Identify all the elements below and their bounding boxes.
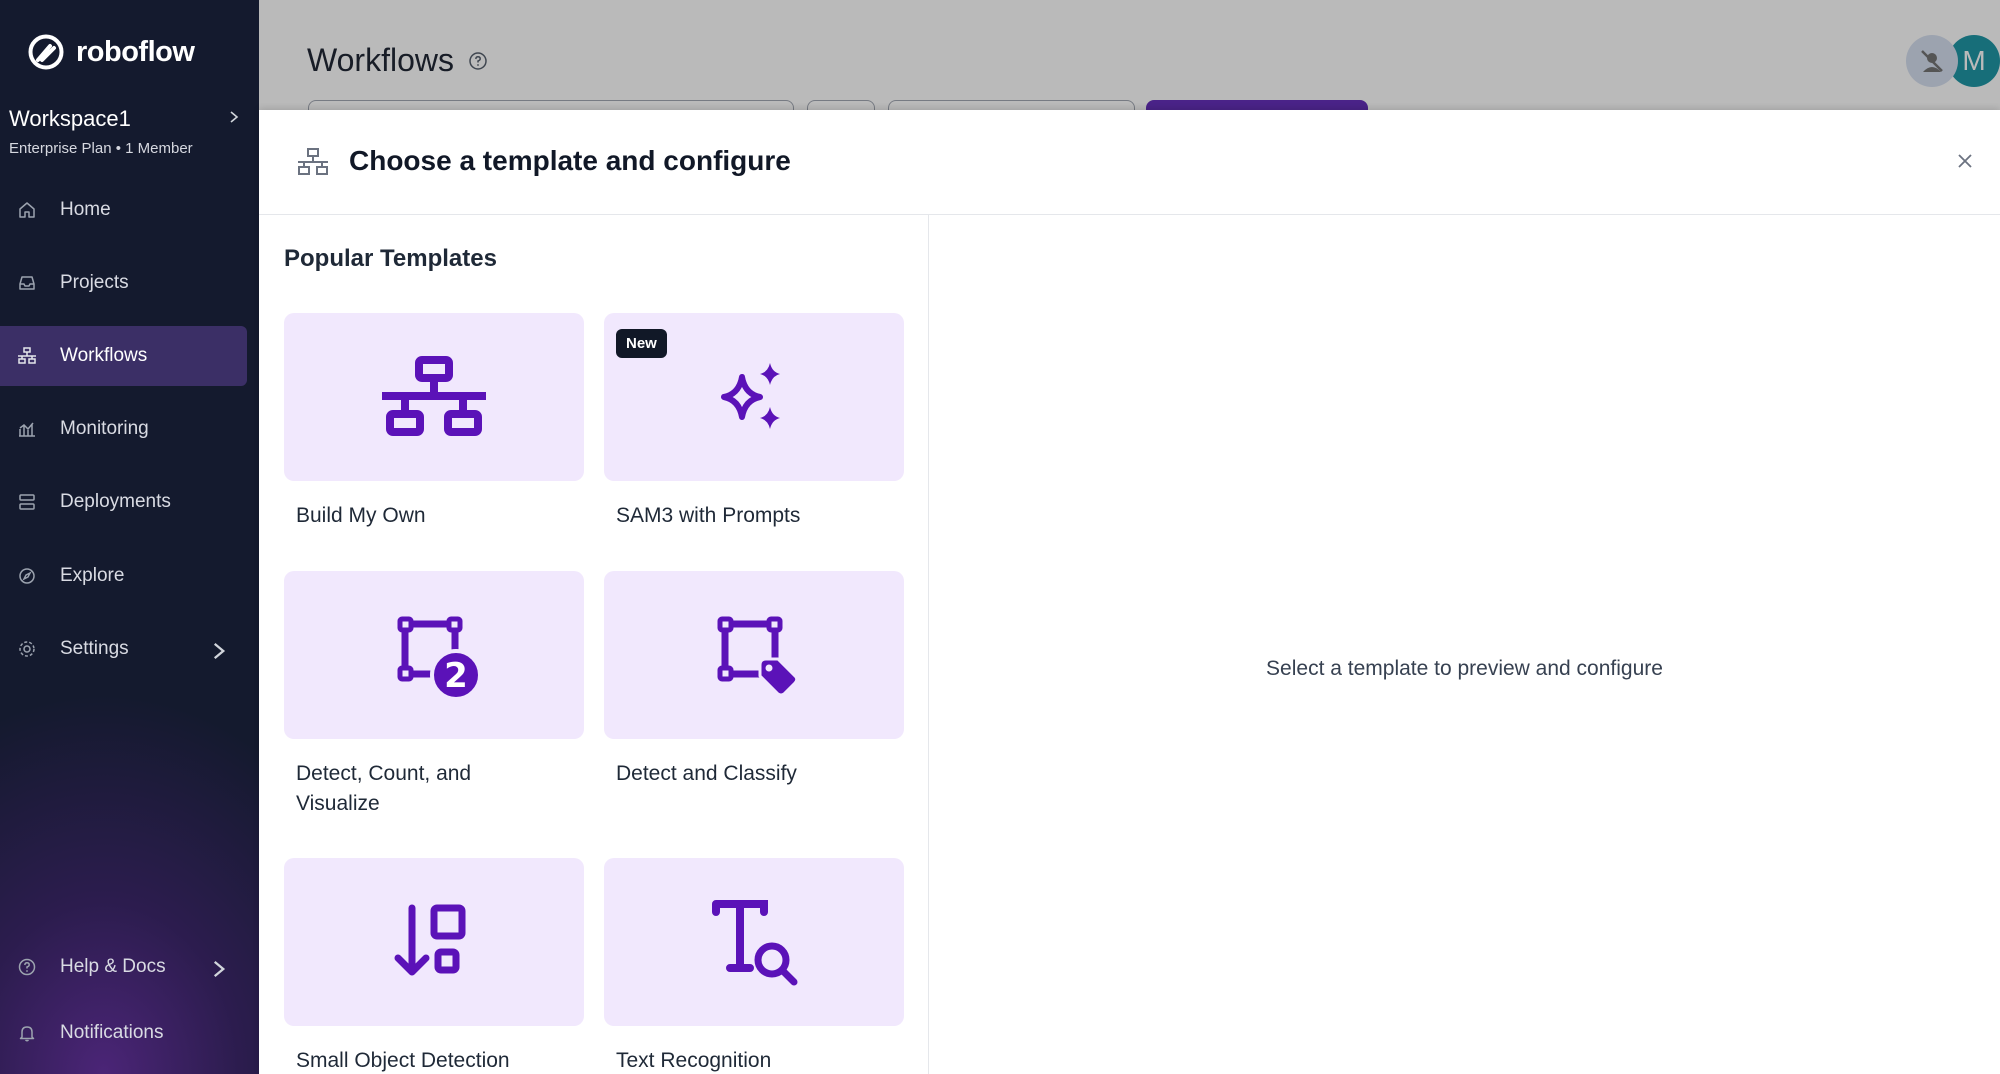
- gear-icon: [19, 641, 35, 657]
- sidebar-item-label: Explore: [60, 565, 125, 586]
- workflow-icon: [382, 356, 486, 436]
- sidebar-item-label: Projects: [60, 272, 129, 293]
- template-tile[interactable]: New: [604, 313, 904, 481]
- template-card-detect-count-visualize[interactable]: 2 Detect, Count, and Visualize: [284, 571, 584, 819]
- modal-title: Choose a template and configure: [349, 145, 791, 176]
- avatar-muted[interactable]: [1906, 35, 1958, 87]
- sidebar-item-projects[interactable]: Projects: [0, 253, 247, 313]
- template-label: Detect, Count, and Visualize: [296, 762, 472, 815]
- sidebar-item-home[interactable]: Home: [0, 180, 247, 240]
- chevron-right-icon: [213, 960, 226, 978]
- chevron-right-icon: [213, 642, 226, 660]
- template-label: Detect and Classify: [616, 762, 797, 785]
- sidebar-item-help[interactable]: Help & Docs: [0, 937, 247, 997]
- inbox-icon: [19, 276, 35, 290]
- workspace-plan: Enterprise Plan: [9, 140, 112, 157]
- template-tile[interactable]: [604, 858, 904, 1026]
- workflow-icon: [18, 347, 36, 364]
- server-icon: [19, 494, 35, 510]
- template-modal: Choose a template and configure Popular …: [259, 110, 2000, 1074]
- empty-state-text: Select a template to preview and configu…: [1266, 657, 1663, 680]
- workspace-meta: Enterprise Plan • 1 Member: [9, 140, 249, 157]
- svg-text:2: 2: [444, 656, 468, 696]
- bell-icon: [19, 1026, 35, 1042]
- brand-logo[interactable]: roboflow: [28, 34, 195, 70]
- template-label: Build My Own: [296, 504, 426, 527]
- sidebar-item-label: Deployments: [60, 491, 171, 512]
- template-card-small-object-detection[interactable]: Small Object Detection: [284, 858, 584, 1074]
- workflow-icon: [298, 148, 328, 175]
- template-tile[interactable]: [284, 858, 584, 1026]
- sidebar-item-label: Home: [60, 199, 111, 220]
- brand-name: roboflow: [76, 35, 195, 68]
- sidebar-item-label: Monitoring: [60, 418, 149, 439]
- small-object-icon: [394, 904, 466, 976]
- sidebar-item-notifications[interactable]: Notifications: [0, 1003, 247, 1063]
- template-preview: Select a template to preview and configu…: [929, 215, 2000, 1074]
- mic-off-icon: [1921, 50, 1943, 72]
- new-badge: New: [616, 329, 667, 358]
- roboflow-logo-icon: [28, 34, 64, 70]
- section-title: Popular Templates: [284, 245, 497, 272]
- template-label: Small Object Detection: [296, 1049, 510, 1072]
- template-tile[interactable]: [604, 571, 904, 739]
- workspace-name: Workspace1: [9, 106, 131, 131]
- close-icon[interactable]: [1954, 150, 1976, 172]
- template-card-text-recognition[interactable]: Text Recognition: [604, 858, 904, 1074]
- sidebar-item-label: Help & Docs: [60, 956, 166, 977]
- sidebar-item-explore[interactable]: Explore: [0, 546, 247, 606]
- help-icon: [18, 958, 36, 976]
- sidebar-item-monitoring[interactable]: Monitoring: [0, 399, 247, 459]
- sparkles-icon: [721, 363, 780, 429]
- template-list: Popular Templates Build My Own New SAM3 …: [259, 215, 929, 1074]
- separator-dot: •: [115, 140, 126, 157]
- workspace-members: 1 Member: [125, 140, 193, 157]
- template-card-detect-and-classify[interactable]: Detect and Classify: [604, 571, 904, 789]
- detect-tag-icon: [717, 616, 799, 697]
- template-tile[interactable]: 2: [284, 571, 584, 739]
- chart-icon: [19, 422, 35, 437]
- workspace-switcher[interactable]: Workspace1 Enterprise Plan • 1 Member: [9, 106, 249, 157]
- template-card-build-my-own[interactable]: Build My Own: [284, 313, 584, 531]
- template-card-sam3-with-prompts[interactable]: New SAM3 with Prompts: [604, 313, 904, 531]
- home-icon: [19, 202, 35, 218]
- modal-backdrop[interactable]: [259, 0, 2000, 110]
- sidebar-item-label: Notifications: [60, 1022, 164, 1043]
- sidebar: roboflow Workspace1 Enterprise Plan • 1 …: [0, 0, 259, 1074]
- template-tile[interactable]: [284, 313, 584, 481]
- sidebar-item-workflows[interactable]: Workflows: [0, 326, 247, 386]
- chevron-right-icon: [230, 111, 239, 123]
- sidebar-item-deployments[interactable]: Deployments: [0, 472, 247, 532]
- text-search-icon: [712, 900, 798, 986]
- compass-icon: [19, 568, 35, 584]
- detect-count-icon: 2: [397, 616, 482, 701]
- sidebar-item-label: Settings: [60, 638, 129, 659]
- template-label: Text Recognition: [616, 1049, 772, 1072]
- template-label: SAM3 with Prompts: [616, 504, 801, 527]
- sidebar-item-label: Workflows: [60, 345, 148, 366]
- modal-header: Choose a template and configure: [259, 110, 2000, 215]
- sidebar-item-settings[interactable]: Settings: [0, 619, 247, 679]
